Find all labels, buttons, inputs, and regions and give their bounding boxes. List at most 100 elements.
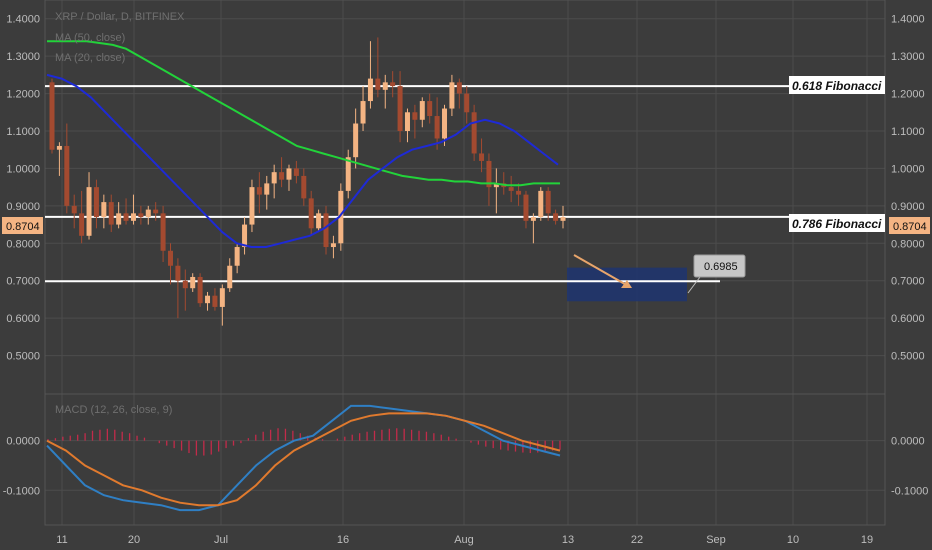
candle-body [79, 213, 85, 236]
y-tick-label-right: 1.1000 [891, 126, 925, 138]
candle-body [212, 295, 218, 307]
y-tick-label-right: 0.9000 [891, 201, 925, 213]
candle-body [160, 213, 166, 251]
y-tick-label-right: 1.3000 [891, 51, 925, 63]
candle-body [205, 295, 211, 304]
candle-body [404, 112, 410, 131]
y-tick-label-left: 0.8000 [6, 238, 40, 250]
candle-body [249, 187, 255, 225]
candle-body [108, 202, 114, 225]
x-tick-label: 11 [56, 534, 67, 546]
candle-body [316, 213, 322, 229]
candle-body [167, 250, 173, 266]
candle-body [456, 82, 462, 94]
candle-body [130, 213, 136, 221]
fib-786-label: 0.786 Fibonacci [792, 217, 882, 231]
candle-body [242, 224, 248, 248]
y-tick-label-right: 1.2000 [891, 89, 925, 101]
candle-body [367, 78, 373, 102]
x-tick-label: 13 [562, 534, 574, 546]
y-tick-label-right: 0.5000 [891, 351, 925, 363]
x-tick-label: 19 [861, 534, 873, 546]
candle-body [442, 108, 448, 139]
candle-body [86, 187, 92, 236]
y-tick-label-right: 0.8000 [891, 238, 925, 250]
candle-body [227, 265, 233, 289]
candle-body [434, 116, 440, 139]
candle-body [301, 175, 307, 199]
candle-body [190, 276, 196, 289]
candle-body [49, 82, 55, 150]
candle-body [464, 93, 470, 113]
candle-body [538, 190, 544, 218]
candle-body [353, 123, 359, 158]
candle-body [375, 78, 381, 90]
candle-body [123, 213, 129, 221]
fib-618-label: 0.618 Fibonacci [792, 79, 882, 93]
x-tick-label: Sep [706, 534, 726, 546]
chart-svg: 11 20 Jul 16 Aug 13 22 Sep 10 19 0.5000 0.5000 0.600… [0, 0, 932, 550]
target-callout: 0.6985 [704, 261, 738, 273]
x-tick-label: 20 [128, 534, 140, 546]
legend-ma2: MA (20, close) [55, 52, 125, 64]
candle-body [360, 101, 366, 124]
y-tick-label-right: 1.4000 [891, 14, 925, 26]
candle-body [530, 217, 536, 221]
candle-body [101, 202, 107, 218]
candle-body [560, 217, 566, 221]
y-tick-label-left: 0.6000 [6, 313, 40, 325]
y-tick-label-left: 0.5000 [6, 351, 40, 363]
candle-body [508, 187, 514, 191]
candle-body [153, 209, 159, 214]
y-tick-label-left: 0.9000 [6, 201, 40, 213]
candle-body [197, 276, 203, 304]
candle-body [553, 213, 559, 221]
candle-body [219, 288, 225, 307]
candle-body [64, 145, 70, 206]
y-tick-label-left: 0.7000 [6, 276, 40, 288]
candle-body [479, 153, 485, 161]
candle-body [412, 112, 418, 120]
price-tag-right: 0.8704 [893, 221, 927, 233]
candle-body [182, 280, 188, 289]
candle-body [264, 183, 270, 195]
macd-tick-label-right: 0.0000 [891, 436, 925, 448]
candle-body [545, 190, 551, 214]
price-tag-left: 0.8704 [6, 221, 40, 233]
x-tick-label: 22 [631, 534, 643, 546]
y-tick-label-left: 1.0000 [6, 163, 40, 175]
y-tick-label-left: 1.2000 [6, 89, 40, 101]
legend-macd: MACD (12, 26, close, 9) [55, 404, 172, 416]
x-tick-label: Aug [454, 534, 474, 546]
candle-body [279, 172, 285, 180]
y-tick-label-right: 1.0000 [891, 163, 925, 175]
candle-body [471, 112, 477, 154]
candle-body [71, 205, 77, 214]
legend-main: XRP / Dollar, D, BITFINEX [55, 11, 185, 23]
candle-body [449, 82, 455, 109]
candle-body [293, 168, 299, 176]
x-tick-label: Jul [214, 534, 228, 546]
candle-body [427, 101, 433, 117]
candle-body [330, 243, 336, 248]
candle-body [523, 194, 529, 221]
legend-ma1: MA (50, close) [55, 32, 125, 44]
macd-tick-label-left: 0.0000 [6, 436, 40, 448]
candle-body [345, 157, 351, 191]
chart-root: { "legend": { "main": "XRP / Dollar, D, … [0, 0, 932, 550]
candle-body [390, 82, 396, 87]
candle-body [419, 101, 425, 120]
candle-body [271, 172, 277, 184]
candle-body [323, 213, 329, 248]
x-tick-label: 10 [787, 534, 799, 546]
macd-tick-label-left: -0.1000 [3, 485, 40, 497]
candle-body [116, 213, 122, 225]
candle-body [234, 247, 240, 266]
candle-body [286, 168, 292, 180]
candle-body [56, 145, 62, 150]
y-tick-label-left: 1.4000 [6, 14, 40, 26]
candle-body [397, 86, 403, 131]
candle-body [138, 213, 144, 218]
candle-body [256, 187, 262, 195]
candle-body [145, 209, 151, 218]
